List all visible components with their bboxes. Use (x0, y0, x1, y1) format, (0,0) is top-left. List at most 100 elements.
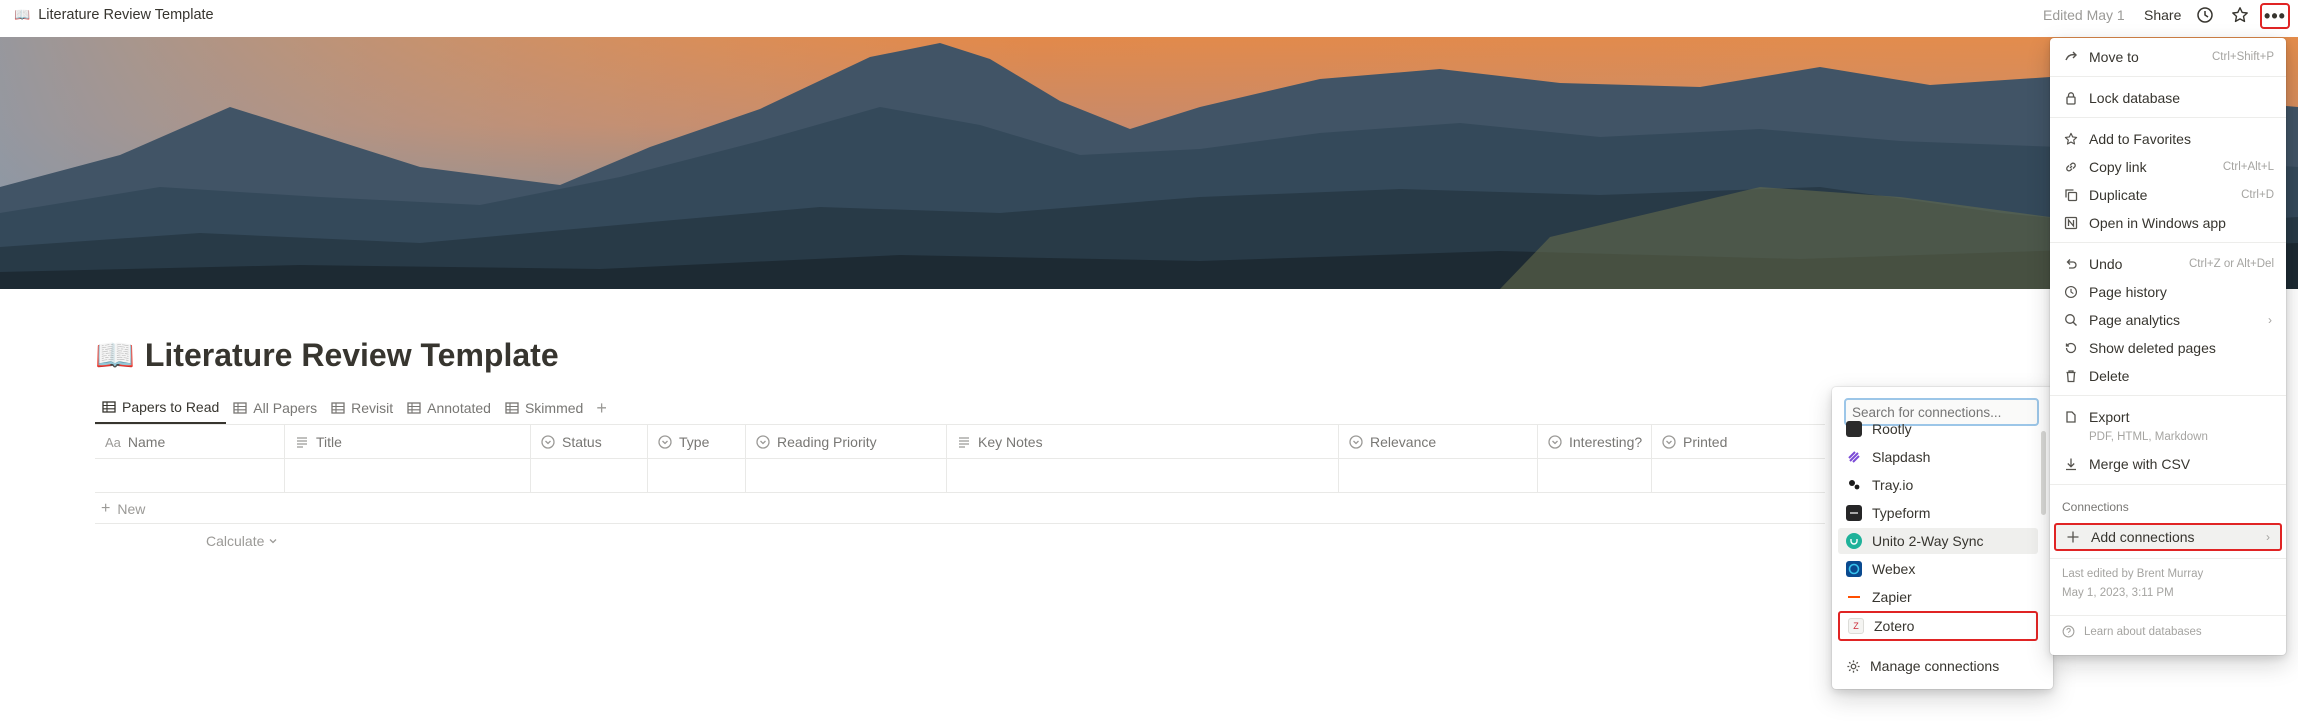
menu-copy-link[interactable]: Copy link Ctrl+Alt+L (2054, 154, 2282, 180)
menu-merge-with-csv[interactable]: Merge with CSV (2054, 451, 2282, 477)
tab-skimmed[interactable]: Skimmed (498, 392, 590, 424)
connections-scrollbar[interactable] (2041, 431, 2046, 515)
rootly-logo-icon (1846, 421, 1862, 437)
page-title-text[interactable]: Literature Review Template (145, 337, 559, 374)
column-title[interactable]: Title (285, 425, 531, 459)
topbar: 📖 Literature Review Template Edited May … (0, 0, 2298, 36)
table-header: Aa Name Title Status Type Reading Priori… (95, 425, 1825, 459)
connection-tray-io[interactable]: Tray.io (1838, 472, 2038, 498)
connection-typeform[interactable]: Typeform (1838, 500, 2038, 526)
export-icon (2062, 408, 2080, 426)
menu-duplicate[interactable]: Duplicate Ctrl+D (2054, 182, 2282, 208)
table-cell[interactable] (1538, 459, 1652, 493)
connection-label: Unito 2-Way Sync (1872, 533, 1984, 549)
column-label: Title (316, 434, 342, 450)
webex-logo-icon (1846, 561, 1862, 577)
menu-open-in-windows-app[interactable]: Open in Windows app (2054, 210, 2282, 236)
slapdash-logo-icon (1846, 449, 1862, 465)
book-icon[interactable]: 📖 (95, 336, 135, 374)
table-cell[interactable] (285, 459, 531, 493)
download-icon (2062, 455, 2080, 473)
last-edited-at: May 1, 2023, 3:11 PM (2062, 587, 2174, 599)
menu-page-history[interactable]: Page history (2054, 279, 2282, 305)
add-view-icon[interactable]: + (590, 398, 613, 419)
learn-about-databases-link[interactable]: Learn about databases (2062, 625, 2202, 638)
table-cell[interactable] (947, 459, 1339, 493)
column-type[interactable]: Type (648, 425, 746, 459)
more-icon[interactable]: ••• (2260, 3, 2290, 29)
table-cell[interactable] (1339, 459, 1538, 493)
restore-icon (2062, 339, 2080, 357)
table-cell[interactable] (531, 459, 648, 493)
menu-lock-database[interactable]: Lock database (2054, 85, 2282, 111)
connection-zapier[interactable]: Zapier (1838, 584, 2038, 610)
menu-label: Duplicate (2089, 187, 2148, 203)
column-key-notes[interactable]: Key Notes (947, 425, 1339, 459)
menu-move-to[interactable]: Move to Ctrl+Shift+P (2054, 44, 2282, 70)
menu-label: Copy link (2089, 159, 2147, 175)
zapier-logo-icon (1846, 589, 1862, 605)
history-icon[interactable] (2193, 4, 2217, 26)
menu-shortcut: Ctrl+Shift+P (2212, 51, 2274, 63)
new-row-button[interactable]: + New (95, 494, 1825, 524)
table-cell[interactable] (746, 459, 947, 493)
typeform-logo-icon (1846, 505, 1862, 521)
page-title[interactable]: 📖 Literature Review Template (95, 336, 559, 374)
connection-webex[interactable]: Webex (1838, 556, 2038, 582)
arrow-right-icon (2062, 48, 2080, 66)
text-type-icon: Aa (105, 434, 121, 450)
column-reading-priority[interactable]: Reading Priority (746, 425, 947, 459)
menu-label: Page history (2089, 284, 2167, 300)
column-printed[interactable]: Printed (1652, 425, 1825, 459)
tab-label: Revisit (351, 400, 394, 416)
tab-annotated[interactable]: Annotated (400, 392, 498, 424)
chevron-down-icon (269, 539, 277, 544)
edited-label[interactable]: Edited May 1 (2043, 7, 2125, 23)
tab-label: All Papers (253, 400, 318, 416)
tab-label: Annotated (427, 400, 491, 416)
connection-label: Rootly (1872, 421, 1912, 437)
menu-label: Add to Favorites (2089, 131, 2191, 147)
menu-divider (2050, 558, 2286, 559)
menu-delete[interactable]: Delete (2054, 363, 2282, 389)
new-row-label: New (117, 500, 146, 517)
connection-label: Typeform (1872, 505, 1931, 521)
menu-label: Page analytics (2089, 312, 2181, 328)
calculate-button[interactable]: Calculate (206, 533, 278, 549)
star-icon[interactable] (2228, 4, 2252, 26)
connection-unito[interactable]: Unito 2-Way Sync (1838, 528, 2038, 554)
connection-zotero[interactable]: Z Zotero (1838, 611, 2038, 641)
table-cell[interactable] (1652, 459, 1825, 493)
menu-undo[interactable]: Undo Ctrl+Z or Alt+Del (2054, 251, 2282, 277)
table-cell[interactable] (648, 459, 746, 493)
table-cell[interactable] (95, 459, 285, 493)
table-row[interactable] (95, 459, 1825, 493)
menu-export[interactable]: Export (2054, 404, 2282, 430)
tab-label: Skimmed (524, 400, 584, 416)
export-formats: PDF, HTML, Markdown (2089, 431, 2208, 443)
tab-papers-to-read[interactable]: Papers to Read (95, 392, 227, 424)
tab-all-papers[interactable]: All Papers (226, 392, 324, 424)
tab-revisit[interactable]: Revisit (324, 392, 400, 424)
menu-label: Move to (2089, 49, 2139, 65)
menu-add-connections[interactable]: Add connections › (2054, 523, 2282, 551)
menu-add-to-favorites[interactable]: Add to Favorites (2054, 126, 2282, 152)
column-relevance[interactable]: Relevance (1339, 425, 1538, 459)
column-label: Name (127, 434, 166, 450)
tab-label: Papers to Read (122, 399, 220, 415)
zotero-logo-icon: Z (1848, 618, 1864, 634)
select-icon (658, 435, 672, 449)
column-name[interactable]: Aa Name (95, 425, 285, 459)
manage-connections-button[interactable]: Manage connections (1846, 653, 1999, 679)
column-interesting[interactable]: Interesting? (1538, 425, 1652, 459)
column-label: Key Notes (978, 434, 1043, 450)
share-button[interactable]: Share (2144, 7, 2181, 23)
select-icon (1349, 435, 1363, 449)
breadcrumb[interactable]: 📖 Literature Review Template (14, 7, 214, 23)
menu-show-deleted-pages[interactable]: Show deleted pages (2054, 335, 2282, 361)
connection-slapdash[interactable]: Slapdash (1838, 444, 2038, 470)
select-icon (1662, 435, 1676, 449)
menu-page-analytics[interactable]: Page analytics › (2054, 307, 2282, 333)
column-status[interactable]: Status (531, 425, 648, 459)
connection-rootly[interactable]: Rootly (1838, 420, 2038, 438)
